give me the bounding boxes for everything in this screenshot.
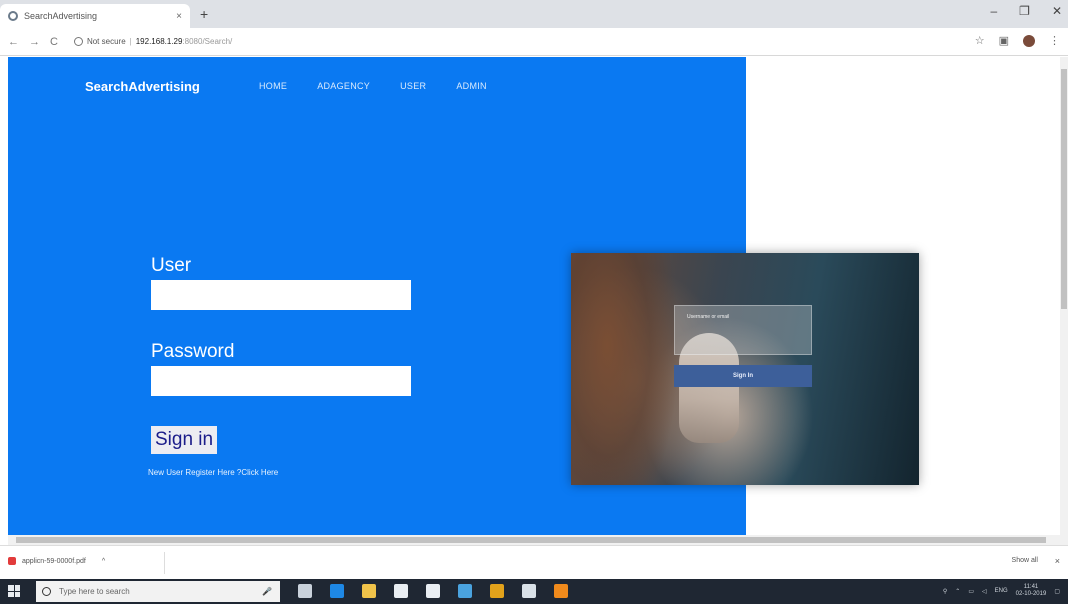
address-separator: | (129, 37, 132, 46)
download-item[interactable]: applicn-59-0000f.pdf ^ (8, 557, 105, 565)
app-icon[interactable] (458, 584, 472, 598)
globe-icon (8, 11, 18, 21)
task-view-icon[interactable] (298, 584, 312, 598)
chrome-icon[interactable] (490, 584, 504, 598)
store-icon[interactable] (394, 584, 408, 598)
register-link[interactable]: New User Register Here ?Click Here (148, 468, 278, 477)
edge-icon[interactable] (330, 584, 344, 598)
file-explorer-icon[interactable] (362, 584, 376, 598)
pdf-file-icon (8, 557, 16, 565)
tab-close-icon[interactable]: × (176, 11, 182, 22)
extension-icon[interactable]: ▣ (999, 34, 1009, 47)
page-viewport: SearchAdvertising HOME ADAGENCY USER ADM… (8, 57, 1060, 535)
tab-title: SearchAdvertising (24, 11, 98, 21)
clock-date: 02-10-2019 (1015, 591, 1047, 597)
clock[interactable]: 11:41 02-10-2019 (1016, 584, 1047, 598)
download-menu-icon[interactable]: ^ (102, 558, 105, 565)
tray-chevron-icon[interactable]: ⌃ (955, 588, 960, 595)
forward-icon[interactable]: → (29, 36, 40, 48)
taskbar-apps (298, 584, 568, 598)
nav-user[interactable]: USER (400, 81, 426, 91)
microphone-icon[interactable]: 🎤 (262, 587, 272, 596)
window-controls: – ❐ ✕ (990, 4, 1062, 18)
main-nav: HOME ADAGENCY USER ADMIN (259, 81, 487, 91)
photo-hair-shape (571, 253, 691, 485)
profile-avatar-icon[interactable] (1023, 34, 1035, 47)
menu-kebab-icon[interactable]: ⋮ (1049, 34, 1060, 47)
close-icon[interactable]: ✕ (1052, 4, 1062, 18)
notepad-icon[interactable] (522, 584, 536, 598)
people-icon[interactable]: ⚲ (943, 588, 947, 595)
language-indicator[interactable]: ENG (995, 588, 1008, 594)
info-icon[interactable] (73, 37, 83, 46)
battery-icon[interactable]: ▭ (968, 588, 974, 595)
password-input[interactable] (151, 366, 411, 396)
sign-in-button[interactable]: Sign in (151, 426, 218, 454)
password-label: Password (151, 341, 235, 362)
windows-start-icon[interactable] (8, 585, 20, 597)
volume-icon[interactable]: ◁ (982, 588, 987, 595)
nav-home[interactable]: HOME (259, 81, 287, 91)
address-bar[interactable]: Not secure | 192.168.1.29 :8080/Search/ (73, 32, 494, 52)
vlc-icon[interactable] (554, 584, 568, 598)
windows-taskbar: Type here to search 🎤 ⚲ ⌃ ▭ ◁ ENG 11:41 … (0, 579, 1068, 604)
login-illustration: Username or email Sign In (571, 253, 919, 485)
site-brand[interactable]: SearchAdvertising (85, 79, 200, 94)
shelf-close-icon[interactable]: × (1055, 556, 1060, 566)
new-tab-icon[interactable]: + (200, 6, 208, 22)
back-icon[interactable]: ← (8, 36, 19, 48)
nav-admin[interactable]: ADMIN (456, 81, 487, 91)
browser-tab-strip: SearchAdvertising × + – ❐ ✕ (0, 0, 1068, 28)
taskbar-search[interactable]: Type here to search 🎤 (36, 581, 280, 602)
url-path: :8080/Search/ (182, 37, 233, 46)
download-shelf: applicn-59-0000f.pdf ^ Show all × (0, 545, 1068, 579)
download-divider (164, 552, 165, 574)
mail-icon[interactable] (426, 584, 440, 598)
taskbar-search-placeholder: Type here to search (59, 587, 130, 596)
bookmark-star-icon[interactable]: ☆ (975, 34, 985, 47)
url-host: 192.168.1.29 (135, 37, 183, 46)
vertical-scrollbar[interactable] (1060, 57, 1068, 545)
maximize-icon[interactable]: ❐ (1019, 4, 1030, 18)
nav-adagency[interactable]: ADAGENCY (317, 81, 370, 91)
notification-icon[interactable]: ▢ (1054, 588, 1060, 595)
download-file-name: applicn-59-0000f.pdf (22, 557, 86, 565)
illustration-button: Sign In (674, 365, 812, 387)
user-input[interactable] (151, 280, 411, 310)
security-indicator: Not secure (86, 37, 126, 46)
minimize-icon[interactable]: – (990, 4, 997, 18)
horizontal-scrollbar[interactable] (8, 535, 1060, 545)
system-tray: ⚲ ⌃ ▭ ◁ ENG 11:41 02-10-2019 ▢ (943, 584, 1060, 598)
illustration-input-text: Username or email (687, 314, 730, 320)
user-label: User (151, 255, 192, 276)
vertical-scroll-thumb[interactable] (1061, 69, 1067, 309)
reload-icon[interactable]: C (50, 36, 58, 48)
clock-time: 11:41 (1023, 584, 1039, 590)
show-all-button[interactable]: Show all (1012, 557, 1038, 564)
cortana-icon (42, 587, 51, 596)
browser-toolbar: ← → C Not secure | 192.168.1.29 :8080/Se… (0, 28, 1068, 56)
browser-tab[interactable]: SearchAdvertising × (0, 4, 190, 28)
horizontal-scroll-thumb[interactable] (16, 537, 1046, 543)
toolbar-actions: ☆ ▣ ⋮ (975, 34, 1060, 47)
illustration-input: Username or email (674, 305, 812, 355)
